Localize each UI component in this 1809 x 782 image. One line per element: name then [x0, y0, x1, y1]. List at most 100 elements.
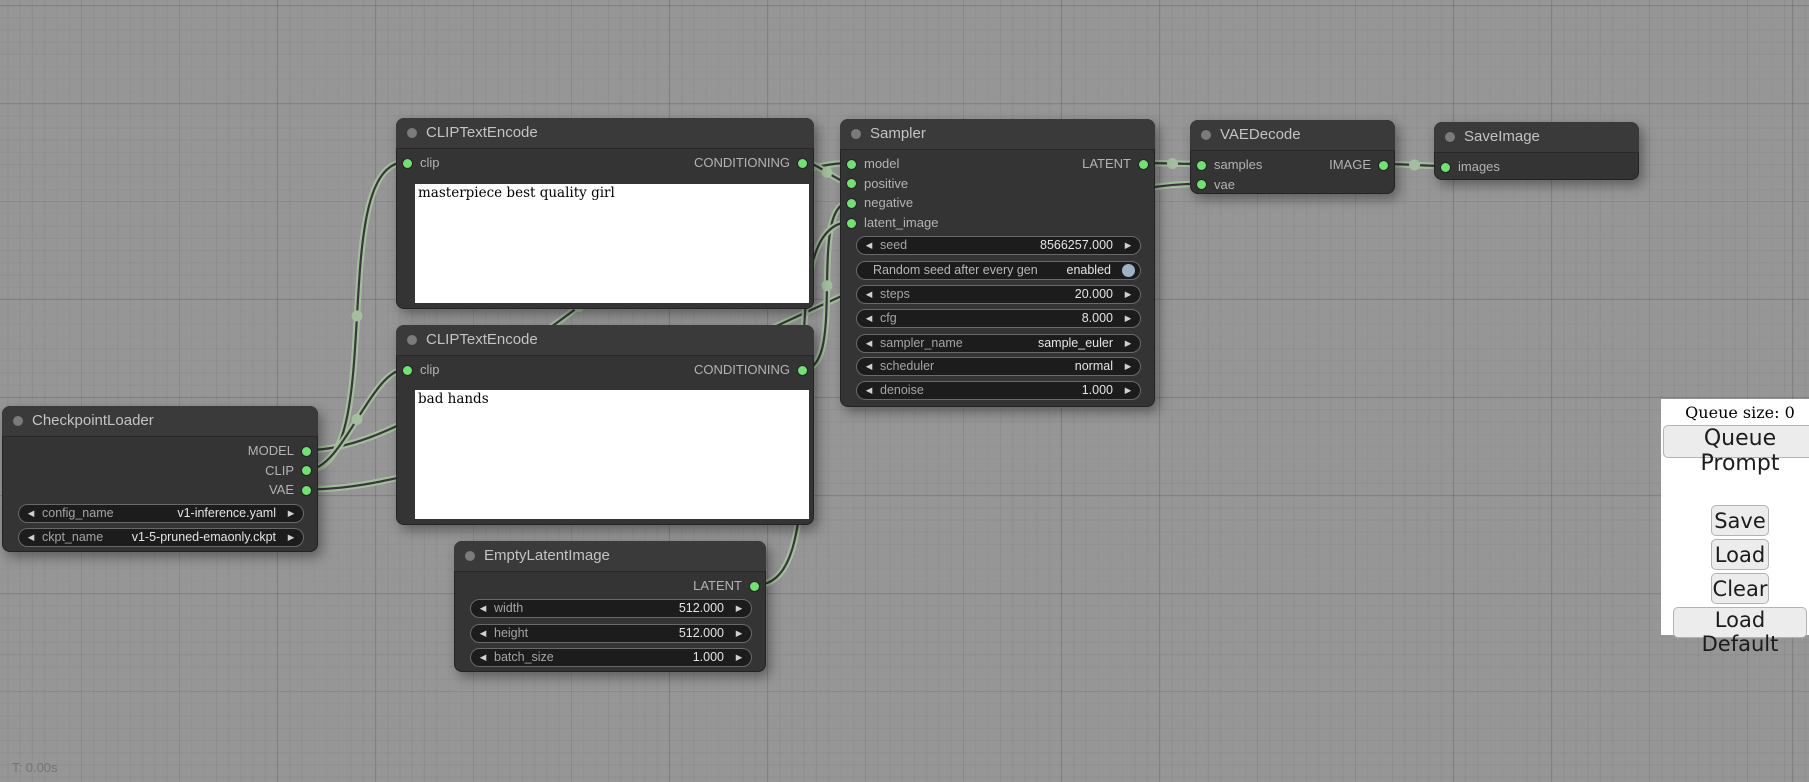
- clear-button[interactable]: Clear: [1711, 573, 1769, 604]
- output-slot-VAE: VAE: [269, 481, 317, 499]
- link-midpoint-dot: [352, 310, 363, 321]
- slot-dot[interactable]: [1197, 180, 1206, 189]
- increment-arrow-icon[interactable]: ▶: [733, 625, 745, 642]
- increment-arrow-icon[interactable]: ▶: [1122, 237, 1134, 254]
- increment-arrow-icon[interactable]: ▶: [285, 529, 297, 546]
- slot-dot[interactable]: [798, 366, 807, 375]
- decrement-arrow-icon[interactable]: ◀: [477, 649, 489, 666]
- widget-label: scheduler: [880, 358, 934, 375]
- node-saveimage[interactable]: SaveImageimages: [1434, 122, 1639, 180]
- widget-batch_size[interactable]: ◀▶batch_size1.000: [470, 648, 752, 667]
- decrement-arrow-icon[interactable]: ◀: [477, 600, 489, 617]
- slot-dot[interactable]: [403, 159, 412, 168]
- slot-label: clip: [420, 362, 440, 377]
- prompt-textarea[interactable]: bad hands: [415, 390, 809, 519]
- decrement-arrow-icon[interactable]: ◀: [863, 358, 875, 375]
- slot-dot[interactable]: [302, 486, 311, 495]
- widget-config_name[interactable]: ◀▶config_namev1-inference.yaml: [18, 504, 304, 523]
- queue-prompt-button[interactable]: Queue Prompt: [1663, 425, 1809, 458]
- increment-arrow-icon[interactable]: ▶: [1122, 358, 1134, 375]
- node-titlebar[interactable]: SaveImage: [1434, 122, 1639, 153]
- slot-dot[interactable]: [1197, 161, 1206, 170]
- slot-label: LATENT: [1082, 156, 1131, 171]
- widget-ckpt_name[interactable]: ◀▶ckpt_namev1-5-pruned-emaonly.ckpt: [18, 528, 304, 547]
- node-titlebar[interactable]: CLIPTextEncode: [396, 325, 814, 356]
- increment-arrow-icon[interactable]: ▶: [1122, 310, 1134, 327]
- widget-seed[interactable]: ◀▶seed8566257.000: [856, 236, 1141, 255]
- decrement-arrow-icon[interactable]: ◀: [25, 529, 37, 546]
- widget-cfg[interactable]: ◀▶cfg8.000: [856, 309, 1141, 328]
- input-slot-vae: vae: [1191, 176, 1235, 194]
- decrement-arrow-icon[interactable]: ◀: [863, 286, 875, 303]
- node-title: CheckpointLoader: [32, 406, 154, 436]
- node-titlebar[interactable]: EmptyLatentImage: [454, 541, 766, 572]
- increment-arrow-icon[interactable]: ▶: [1122, 382, 1134, 399]
- increment-arrow-icon[interactable]: ▶: [733, 600, 745, 617]
- widget-steps[interactable]: ◀▶steps20.000: [856, 285, 1141, 304]
- widget-width[interactable]: ◀▶width512.000: [470, 599, 752, 618]
- slot-label: samples: [1214, 157, 1262, 172]
- node-emptylatent[interactable]: EmptyLatentImageLATENT◀▶width512.000◀▶he…: [454, 541, 766, 672]
- input-slot-negative: negative: [841, 194, 913, 212]
- slot-dot[interactable]: [847, 219, 856, 228]
- collapse-dot-icon[interactable]: [1201, 130, 1211, 140]
- increment-arrow-icon[interactable]: ▶: [1122, 286, 1134, 303]
- toggle-dot[interactable]: [1122, 264, 1135, 277]
- slot-dot[interactable]: [403, 366, 412, 375]
- collapse-dot-icon[interactable]: [13, 416, 23, 426]
- graph-canvas[interactable]: CheckpointLoaderMODELCLIPVAE◀▶config_nam…: [0, 0, 1809, 782]
- slot-dot[interactable]: [847, 160, 856, 169]
- slot-dot[interactable]: [302, 466, 311, 475]
- collapse-dot-icon[interactable]: [851, 129, 861, 139]
- collapse-dot-icon[interactable]: [1445, 132, 1455, 142]
- node-vaedecode[interactable]: VAEDecodesamplesvaeIMAGE: [1190, 120, 1395, 194]
- node-title: CLIPTextEncode: [426, 325, 538, 355]
- node-titlebar[interactable]: VAEDecode: [1190, 120, 1395, 151]
- load-default-button[interactable]: Load Default: [1673, 607, 1807, 638]
- node-clip_pos[interactable]: CLIPTextEncodeclipCONDITIONINGmasterpiec…: [396, 118, 814, 309]
- save-button[interactable]: Save: [1711, 505, 1769, 536]
- increment-arrow-icon[interactable]: ▶: [733, 649, 745, 666]
- link-midpoint-dot: [822, 167, 833, 178]
- prompt-textarea[interactable]: masterpiece best quality girl: [415, 184, 809, 303]
- slot-dot[interactable]: [798, 159, 807, 168]
- slot-label: CONDITIONING: [694, 155, 790, 170]
- slot-dot[interactable]: [847, 179, 856, 188]
- node-titlebar[interactable]: CheckpointLoader: [2, 406, 318, 437]
- load-button[interactable]: Load: [1711, 539, 1769, 570]
- decrement-arrow-icon[interactable]: ◀: [25, 505, 37, 522]
- slot-dot[interactable]: [750, 582, 759, 591]
- node-sampler[interactable]: Samplermodelpositivenegativelatent_image…: [840, 119, 1155, 407]
- slot-dot[interactable]: [847, 199, 856, 208]
- decrement-arrow-icon[interactable]: ◀: [477, 625, 489, 642]
- widget-value: 20.000: [1075, 286, 1113, 303]
- collapse-dot-icon[interactable]: [465, 551, 475, 561]
- widget-label: ckpt_name: [42, 529, 103, 546]
- widget-height[interactable]: ◀▶height512.000: [470, 624, 752, 643]
- slot-dot[interactable]: [1379, 161, 1388, 170]
- node-titlebar[interactable]: CLIPTextEncode: [396, 118, 814, 149]
- widget-sampler_name[interactable]: ◀▶sampler_namesample_euler: [856, 334, 1141, 353]
- collapse-dot-icon[interactable]: [407, 335, 417, 345]
- decrement-arrow-icon[interactable]: ◀: [863, 382, 875, 399]
- decrement-arrow-icon[interactable]: ◀: [863, 237, 875, 254]
- widget-label: batch_size: [494, 649, 554, 666]
- slot-dot[interactable]: [1441, 163, 1450, 172]
- widget-denoise[interactable]: ◀▶denoise1.000: [856, 381, 1141, 400]
- widget-scheduler[interactable]: ◀▶schedulernormal: [856, 357, 1141, 376]
- node-titlebar[interactable]: Sampler: [840, 119, 1155, 150]
- collapse-dot-icon[interactable]: [407, 128, 417, 138]
- increment-arrow-icon[interactable]: ▶: [1122, 335, 1134, 352]
- increment-arrow-icon[interactable]: ▶: [285, 505, 297, 522]
- slot-dot[interactable]: [1139, 160, 1148, 169]
- node-checkpoint[interactable]: CheckpointLoaderMODELCLIPVAE◀▶config_nam…: [2, 406, 318, 552]
- widget-label: cfg: [880, 310, 897, 327]
- slot-label: positive: [864, 176, 908, 191]
- decrement-arrow-icon[interactable]: ◀: [863, 335, 875, 352]
- widget-random-seed-after-every-gen[interactable]: Random seed after every genenabled: [856, 261, 1141, 280]
- widget-label: height: [494, 625, 528, 642]
- node-clip_neg[interactable]: CLIPTextEncodeclipCONDITIONINGbad hands: [396, 325, 814, 525]
- slot-dot[interactable]: [302, 447, 311, 456]
- decrement-arrow-icon[interactable]: ◀: [863, 310, 875, 327]
- slot-label: LATENT: [693, 578, 742, 593]
